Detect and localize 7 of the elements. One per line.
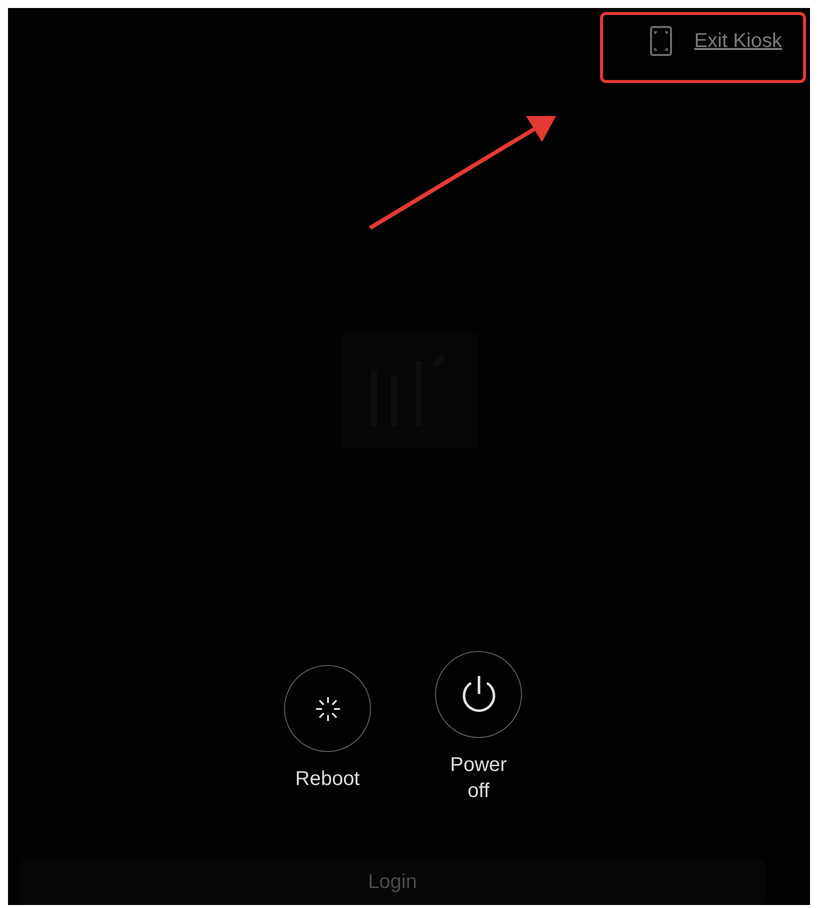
reboot-button[interactable]: [284, 665, 371, 752]
phone-frame-icon: [650, 26, 672, 56]
action-label: Power off: [449, 753, 508, 804]
spinner-icon: [314, 696, 340, 722]
exit-kiosk-link[interactable]: Exit Kiosk: [694, 26, 782, 56]
power-button[interactable]: [435, 651, 522, 738]
action-label: Reboot: [294, 767, 361, 792]
